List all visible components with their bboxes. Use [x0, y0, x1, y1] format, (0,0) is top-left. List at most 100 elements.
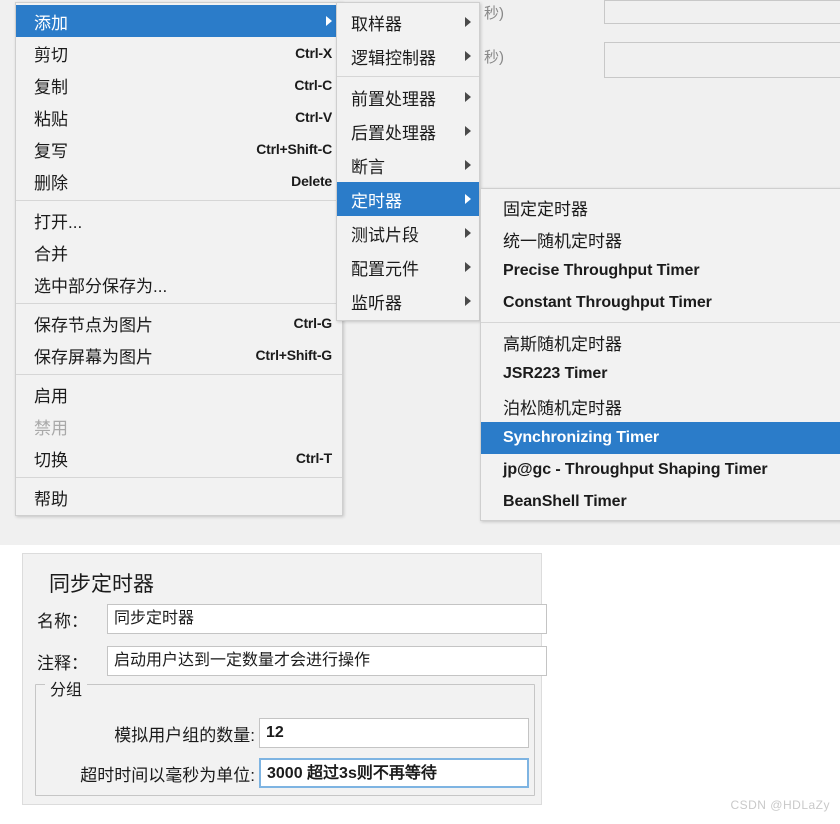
submenu-arrow-icon [465, 92, 471, 102]
timer-menu-item-5[interactable]: 高斯随机定时器 [481, 326, 840, 358]
menu-item-label: 启用 [34, 386, 68, 406]
edit-menu-item-9[interactable]: 选中部分保存为... [16, 268, 342, 300]
timer-menu-item-6[interactable]: JSR223 Timer [481, 358, 840, 390]
menu-item-label: 保存屏幕为图片 [34, 347, 153, 367]
timer-menu-item-3[interactable]: Constant Throughput Timer [481, 287, 840, 319]
menu-item-shortcut: Ctrl-T [295, 450, 332, 466]
users-input[interactable]: 12 [259, 718, 529, 748]
edit-menu-item-14[interactable]: 启用 [16, 378, 342, 410]
edit-menu-item-15: 禁用 [16, 410, 342, 442]
submenu-arrow-icon [465, 296, 471, 306]
page-title: 同步定时器 [49, 573, 154, 596]
menu-item-label: 固定定时器 [503, 199, 588, 219]
submenu-arrow-icon [465, 228, 471, 238]
menu-item-label: Synchronizing Timer [503, 429, 660, 446]
menu-item-label: 前置处理器 [351, 89, 436, 109]
add-menu-item-4[interactable]: 后置处理器 [337, 114, 479, 148]
menu-item-label: 逻辑控制器 [351, 48, 436, 68]
menu-item-label: 保存节点为图片 [34, 315, 153, 335]
edit-menu-item-4[interactable]: 复写 Ctrl+Shift-C [16, 133, 342, 165]
add-submenu[interactable]: 取样器逻辑控制器前置处理器后置处理器断言定时器测试片段配置元件监听器 [336, 2, 480, 321]
timeout-row: 超时时间以毫秒为单位: 3000 超过3s则不再等待 [37, 758, 529, 788]
menu-item-label: 后置处理器 [351, 123, 436, 143]
menu-item-label: 合并 [34, 244, 68, 264]
name-input[interactable]: 同步定时器 [107, 604, 547, 634]
menu-item-shortcut: Ctrl+Shift-C [256, 141, 332, 157]
menu-item-label: 配置元件 [351, 259, 419, 279]
timeout-input[interactable]: 3000 超过3s则不再等待 [259, 758, 529, 788]
menu-item-shortcut: Ctrl-C [294, 77, 332, 93]
menu-item-label: BeanShell Timer [503, 493, 627, 510]
edit-menu-item-16[interactable]: 切换 Ctrl-T [16, 442, 342, 474]
add-menu-item-5[interactable]: 断言 [337, 148, 479, 182]
timer-menu-item-0[interactable]: 固定定时器 [481, 191, 840, 223]
menu-item-label: 选中部分保存为... [34, 276, 168, 296]
menu-separator [16, 374, 342, 375]
menu-item-label: 取样器 [351, 14, 402, 34]
add-menu-item-8[interactable]: 配置元件 [337, 250, 479, 284]
menu-separator [481, 322, 840, 323]
menu-separator [16, 200, 342, 201]
menu-item-label: 统一随机定时器 [503, 231, 622, 251]
menu-item-shortcut: Ctrl+Shift-G [255, 347, 332, 363]
timer-menu-item-8[interactable]: Synchronizing Timer [481, 422, 840, 454]
add-menu-item-9[interactable]: 监听器 [337, 284, 479, 318]
menu-item-shortcut: Ctrl-X [295, 45, 332, 61]
timer-menu-item-7[interactable]: 泊松随机定时器 [481, 390, 840, 422]
edit-menu-item-7[interactable]: 打开... [16, 204, 342, 236]
add-menu-item-0[interactable]: 取样器 [337, 5, 479, 39]
edit-menu-item-12[interactable]: 保存屏幕为图片 Ctrl+Shift-G [16, 339, 342, 371]
edit-menu-item-11[interactable]: 保存节点为图片 Ctrl-G [16, 307, 342, 339]
edit-menu-item-1[interactable]: 剪切 Ctrl-X [16, 37, 342, 69]
menu-item-label: 测试片段 [351, 225, 419, 245]
menu-item-label: Precise Throughput Timer [503, 262, 700, 279]
edit-menu-item-2[interactable]: 复制 Ctrl-C [16, 69, 342, 101]
submenu-arrow-icon [465, 194, 471, 204]
add-menu-item-6[interactable]: 定时器 [337, 182, 479, 216]
submenu-arrow-icon [465, 51, 471, 61]
menu-item-label: 定时器 [351, 191, 402, 211]
menu-item-label: 高斯随机定时器 [503, 334, 622, 354]
comment-input[interactable]: 启动用户达到一定数量才会进行操作 [107, 646, 547, 676]
menu-item-label: 添加 [34, 13, 68, 33]
add-menu-item-3[interactable]: 前置处理器 [337, 80, 479, 114]
comment-row: 注释： 启动用户达到一定数量才会进行操作 [37, 646, 547, 676]
menu-item-shortcut: Ctrl-V [295, 109, 332, 125]
synchronizing-timer-panel: 同步定时器 名称： 同步定时器 注释： 启动用户达到一定数量才会进行操作 分组 … [22, 553, 547, 805]
name-label: 名称： [37, 611, 88, 631]
menu-item-label: 泊松随机定时器 [503, 398, 622, 418]
menu-item-label: 切换 [34, 450, 68, 470]
timer-menu-item-1[interactable]: 统一随机定时器 [481, 223, 840, 255]
menu-item-label: 打开... [34, 212, 83, 232]
background-label-1: 秒) [484, 5, 504, 22]
watermark: CSDN @HDLaZy [730, 798, 830, 812]
name-row: 名称： 同步定时器 [37, 604, 547, 634]
menu-item-label: 断言 [351, 157, 385, 177]
timer-menu-item-2[interactable]: Precise Throughput Timer [481, 255, 840, 287]
background-label-2: 秒) [484, 49, 504, 66]
timer-menu-item-10[interactable]: BeanShell Timer [481, 486, 840, 518]
timer-menu-item-9[interactable]: jp@gc - Throughput Shaping Timer [481, 454, 840, 486]
menu-item-label: 监听器 [351, 293, 402, 313]
menu-item-label: 禁用 [34, 418, 68, 438]
submenu-arrow-icon [465, 126, 471, 136]
menu-item-label: jp@gc - Throughput Shaping Timer [503, 461, 768, 478]
menu-separator [16, 303, 342, 304]
menu-item-shortcut: Delete [291, 173, 332, 189]
edit-menu-item-8[interactable]: 合并 [16, 236, 342, 268]
edit-menu-item-3[interactable]: 粘贴 Ctrl-V [16, 101, 342, 133]
menu-separator [337, 76, 479, 77]
menu-item-label: Constant Throughput Timer [503, 294, 712, 311]
edit-menu-item-18[interactable]: 帮助 [16, 481, 342, 513]
edit-context-menu[interactable]: 添加剪切 Ctrl-X 复制 Ctrl-C 粘贴 Ctrl-V 复写 Ctrl+Shift-C… [15, 2, 343, 516]
menu-item-label: 复写 [34, 141, 68, 161]
background-input-1[interactable] [604, 0, 840, 24]
edit-menu-item-5[interactable]: 删除 Delete [16, 165, 342, 197]
timeout-label: 超时时间以毫秒为单位: [80, 765, 255, 785]
timer-submenu[interactable]: 固定定时器统一随机定时器 Precise Throughput Timer Cons… [480, 188, 840, 521]
edit-menu-item-0[interactable]: 添加 [16, 5, 342, 37]
add-menu-item-1[interactable]: 逻辑控制器 [337, 39, 479, 73]
menu-item-label: 剪切 [34, 45, 68, 65]
background-input-2[interactable] [604, 42, 840, 78]
add-menu-item-7[interactable]: 测试片段 [337, 216, 479, 250]
